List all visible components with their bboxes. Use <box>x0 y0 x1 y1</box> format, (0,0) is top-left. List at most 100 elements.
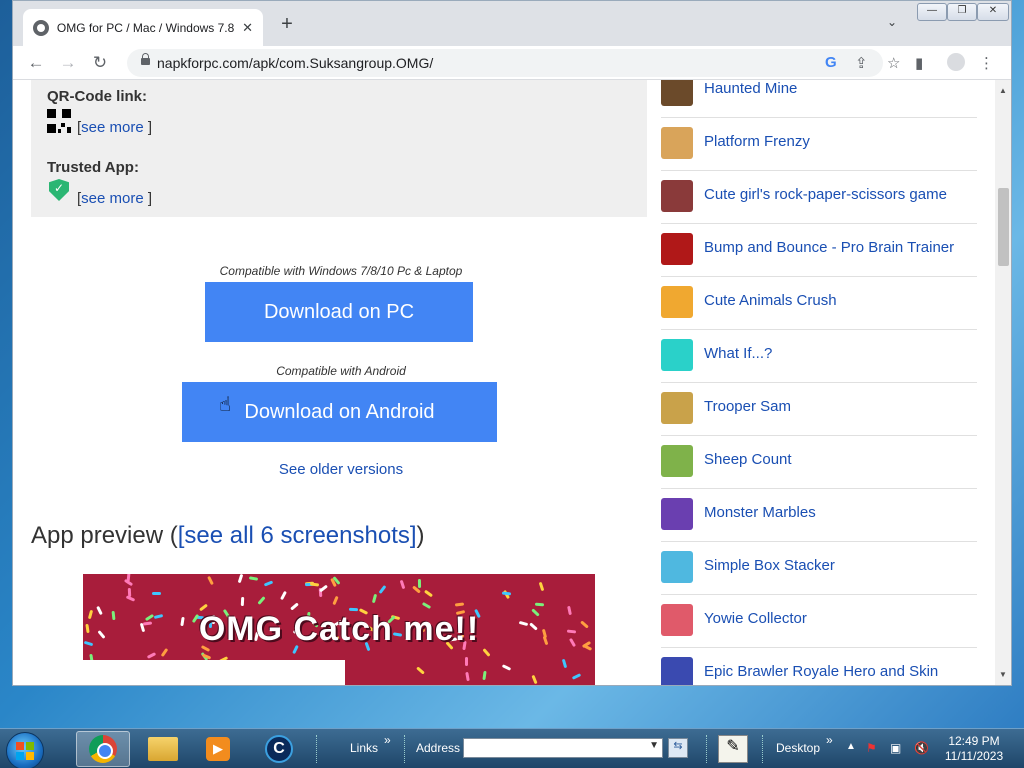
trusted-see-more-link[interactable]: see more <box>81 190 144 207</box>
related-app-item[interactable]: Bump and Bounce - Pro Brain Trainer <box>661 223 977 277</box>
app-thumbnail-icon[interactable] <box>661 180 693 212</box>
app-thumbnail-icon[interactable] <box>661 498 693 530</box>
app-screenshot[interactable]: OMG Catch me!! <box>83 574 595 685</box>
related-app-item[interactable]: Platform Frenzy <box>661 117 977 171</box>
app-thumbnail-icon[interactable] <box>661 392 693 424</box>
back-button[interactable]: ← <box>25 52 47 74</box>
browser-tab[interactable]: OMG for PC / Mac / Windows 7.8 ✕ <box>23 9 263 46</box>
related-app-item[interactable]: Trooper Sam <box>661 382 977 436</box>
related-app-name[interactable]: Trooper Sam <box>704 398 791 415</box>
desktop-chevron-icon[interactable]: » <box>826 733 833 747</box>
vertical-scrollbar[interactable]: ▲ ▼ <box>995 80 1011 685</box>
system-clock[interactable]: 12:49 PM 11/11/2023 <box>944 734 1004 764</box>
lock-icon <box>141 53 150 65</box>
new-tab-button[interactable]: + <box>275 13 299 36</box>
older-versions-link[interactable]: See older versions <box>31 461 651 478</box>
related-app-name[interactable]: Yowie Collector <box>704 610 807 627</box>
app-thumbnail-icon[interactable] <box>661 604 693 636</box>
app-thumbnail-icon[interactable] <box>661 286 693 318</box>
minimize-button[interactable]: — <box>917 3 947 21</box>
app-thumbnail-icon[interactable] <box>661 551 693 583</box>
menu-kebab-icon[interactable]: ⋮ <box>979 54 994 72</box>
screenshot-caption: OMG Catch me!! <box>198 610 480 648</box>
show-hidden-icons-icon[interactable]: ▲ <box>846 741 856 752</box>
related-app-item[interactable]: Cute girl's rock-paper-scissors game <box>661 170 977 224</box>
related-app-item[interactable]: Cute Animals Crush <box>661 276 977 330</box>
clock-date: 11/11/2023 <box>944 749 1004 763</box>
related-app-name[interactable]: Platform Frenzy <box>704 133 810 150</box>
profile-avatar-icon[interactable] <box>947 53 965 71</box>
google-lens-icon[interactable]: G <box>825 54 837 71</box>
taskbar-chrome[interactable] <box>76 731 130 767</box>
qr-code-label: QR-Code link: <box>47 88 147 105</box>
scrollbar-thumb[interactable] <box>998 188 1009 266</box>
related-app-name[interactable]: Cute girl's rock-paper-scissors game <box>704 186 947 203</box>
tab-close-icon[interactable]: ✕ <box>242 20 253 36</box>
app-thumbnail-icon[interactable] <box>661 127 693 159</box>
related-app-name[interactable]: Sheep Count <box>704 451 792 468</box>
clock-time: 12:49 PM <box>948 734 1000 748</box>
trusted-app-label: Trusted App: <box>47 159 139 176</box>
related-app-name[interactable]: Epic Brawler Royale Hero and Skin <box>704 663 938 680</box>
address-dropdown-icon[interactable]: ▼ <box>649 740 659 751</box>
related-app-name[interactable]: Simple Box Stacker <box>704 557 835 574</box>
related-app-item[interactable]: Yowie Collector <box>661 594 977 648</box>
reload-button[interactable]: ↻ <box>89 52 111 74</box>
related-app-item[interactable]: Simple Box Stacker <box>661 541 977 595</box>
taskbar-address-input[interactable]: ▼ <box>463 738 663 758</box>
start-button[interactable] <box>6 732 44 768</box>
related-app-name[interactable]: Cute Animals Crush <box>704 292 837 309</box>
desktop-toolbar-label[interactable]: Desktop <box>776 741 820 755</box>
media-player-icon: ▶ <box>206 737 230 761</box>
links-toolbar-label[interactable]: Links <box>350 741 378 755</box>
related-app-name[interactable]: Haunted Mine <box>704 80 797 97</box>
bookmark-star-icon[interactable]: ☆ <box>887 54 900 72</box>
go-icon[interactable]: ⇆ <box>668 738 688 758</box>
taskbar-explorer[interactable] <box>136 731 190 767</box>
tab-search-icon[interactable]: ⌄ <box>887 15 897 29</box>
ccleaner-icon: C <box>265 735 293 763</box>
app-thumbnail-icon[interactable] <box>661 80 693 106</box>
address-toolbar-label: Address <box>416 741 461 755</box>
related-app-item[interactable]: Haunted Mine <box>661 80 977 118</box>
related-app-item[interactable]: What If...? <box>661 329 977 383</box>
links-chevron-icon[interactable]: » <box>384 733 391 747</box>
network-icon[interactable]: ▣ <box>890 741 901 755</box>
scroll-up-arrow-icon[interactable]: ▲ <box>999 86 1007 95</box>
close-window-button[interactable]: ✕ <box>977 3 1009 21</box>
url-text: napkforpc.com/apk/com.Suksangroup.OMG/ <box>157 55 434 71</box>
windows-taskbar: ▶ C Links » Address ▼ ⇆ ✎ Desktop » ▲ ⚑ … <box>0 728 1024 768</box>
related-app-name[interactable]: What If...? <box>704 345 772 362</box>
volume-muted-icon[interactable]: 🔇 <box>914 741 929 755</box>
browser-toolbar: ← → ↻ napkforpc.com/apk/com.Suksangroup.… <box>13 46 1011 80</box>
globe-icon <box>33 19 49 36</box>
see-all-screenshots-link[interactable]: [see all 6 screenshots] <box>178 522 417 549</box>
qr-code-icon <box>47 109 71 133</box>
app-thumbnail-icon[interactable] <box>661 445 693 477</box>
trusted-see-more: [see more ] <box>77 190 153 207</box>
taskbar-media-player[interactable]: ▶ <box>192 731 246 767</box>
share-icon[interactable]: ⇪ <box>855 54 868 72</box>
notepad-icon[interactable]: ✎ <box>718 735 748 763</box>
restore-button[interactable]: ❐ <box>947 3 977 21</box>
download-pc-button[interactable]: Download on PC <box>205 282 473 342</box>
side-panel-icon[interactable]: ▮ <box>915 54 923 72</box>
app-info-box: QR-Code link: [see more ] Trusted App: [… <box>31 80 647 217</box>
app-thumbnail-icon[interactable] <box>661 657 693 685</box>
scroll-down-arrow-icon[interactable]: ▼ <box>999 670 1007 679</box>
browser-window: OMG for PC / Mac / Windows 7.8 ✕ + ⌄ — ❐… <box>12 0 1012 686</box>
qr-see-more-link[interactable]: see more <box>81 119 144 136</box>
forward-button[interactable]: → <box>57 52 79 74</box>
address-bar[interactable]: napkforpc.com/apk/com.Suksangroup.OMG/ G… <box>127 49 900 77</box>
app-thumbnail-icon[interactable] <box>661 339 693 371</box>
related-app-item[interactable]: Sheep Count <box>661 435 977 489</box>
qr-see-more: [see more ] <box>77 119 153 136</box>
app-thumbnail-icon[interactable] <box>661 233 693 265</box>
taskbar-ccleaner[interactable]: C <box>252 731 306 767</box>
hand-cursor-icon: ☝ <box>219 394 232 416</box>
related-app-item[interactable]: Epic Brawler Royale Hero and Skin <box>661 647 977 685</box>
related-app-name[interactable]: Monster Marbles <box>704 504 816 521</box>
related-app-item[interactable]: Monster Marbles <box>661 488 977 542</box>
related-app-name[interactable]: Bump and Bounce - Pro Brain Trainer <box>704 239 954 256</box>
action-center-icon[interactable]: ⚑ <box>866 741 877 755</box>
